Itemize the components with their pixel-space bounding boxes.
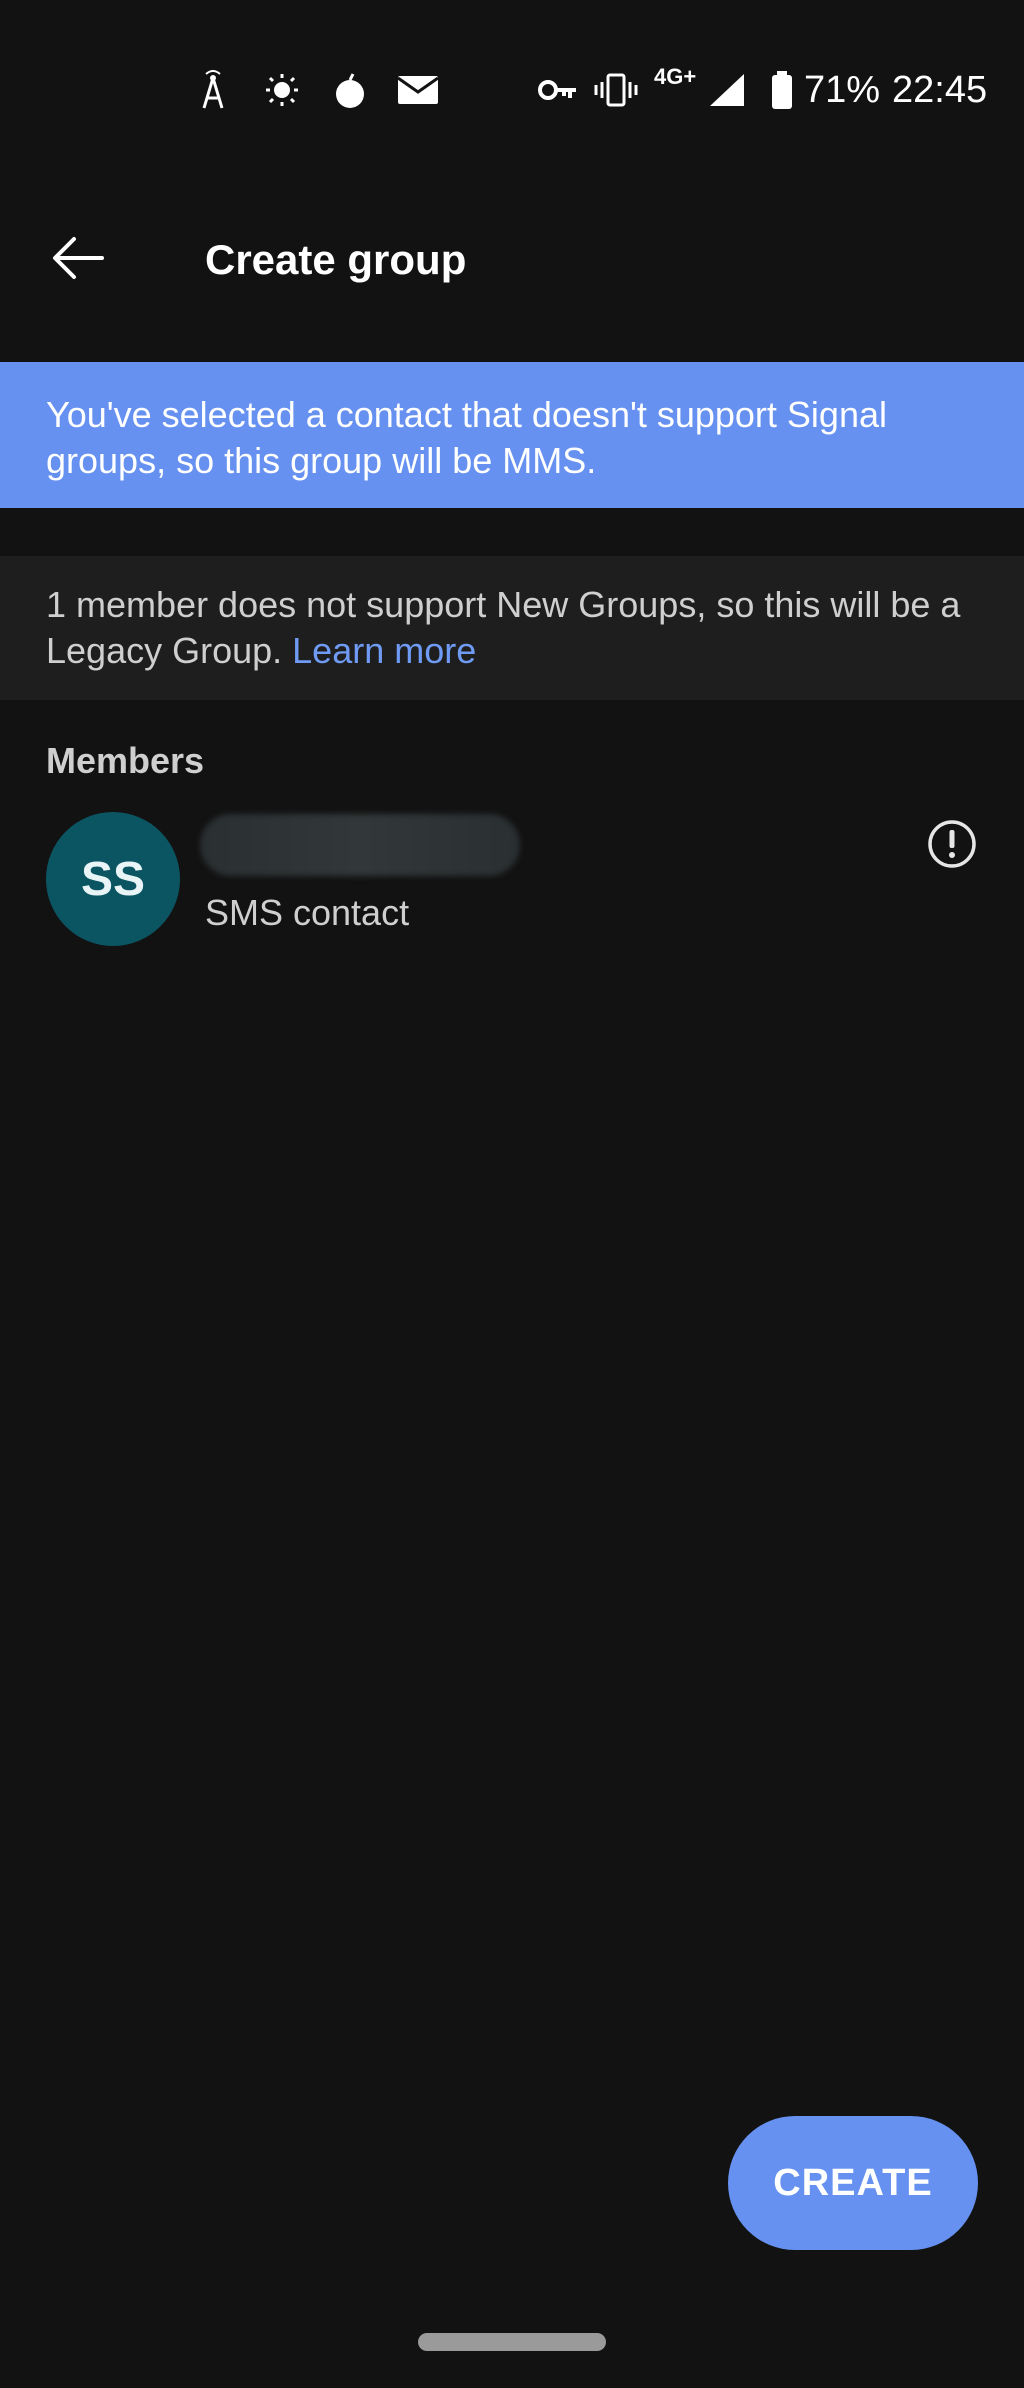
member-subtitle: SMS contact: [205, 892, 410, 933]
mms-warning-text: You've selected a contact that doesn't s…: [46, 394, 887, 481]
alert-circle-icon: [927, 819, 977, 874]
mms-warning-banner: You've selected a contact that doesn't s…: [0, 362, 1024, 508]
mail-icon: [396, 70, 440, 110]
app-bar: Create group: [0, 180, 1024, 360]
legacy-notice-text: 1 member does not support New Groups, so…: [46, 584, 961, 671]
clock: 22:45: [892, 69, 988, 111]
vpn-key-icon: [538, 70, 578, 110]
avatar: SS: [46, 812, 180, 946]
sun-icon: [262, 70, 302, 110]
network-type: 4G+: [654, 64, 697, 89]
page-title: Create group: [205, 236, 467, 283]
learn-more-link[interactable]: Learn more: [292, 630, 476, 671]
signal-icon: [706, 70, 748, 110]
member-name-redacted: [200, 814, 520, 876]
member-list-item[interactable]: SS SMS contact: [0, 800, 1024, 960]
avatar-initials: SS: [80, 852, 146, 906]
create-group-button[interactable]: CREATE: [728, 2116, 978, 2250]
arrow-left-icon: [52, 236, 104, 285]
member-warning-button[interactable]: [926, 819, 978, 874]
members-section-header: Members: [46, 740, 205, 781]
antenna-icon: [196, 70, 230, 110]
status-bar: 4G+ 71% 22:45: [0, 0, 1024, 180]
battery-icon: [768, 70, 796, 110]
navigation-gesture-bar[interactable]: [418, 2333, 606, 2351]
battery-percent: 71%: [804, 69, 881, 111]
legacy-group-notice: 1 member does not support New Groups, so…: [0, 556, 1024, 700]
vibrate-icon: [594, 70, 638, 110]
bomb-icon: [330, 70, 370, 110]
back-button[interactable]: [30, 212, 126, 308]
